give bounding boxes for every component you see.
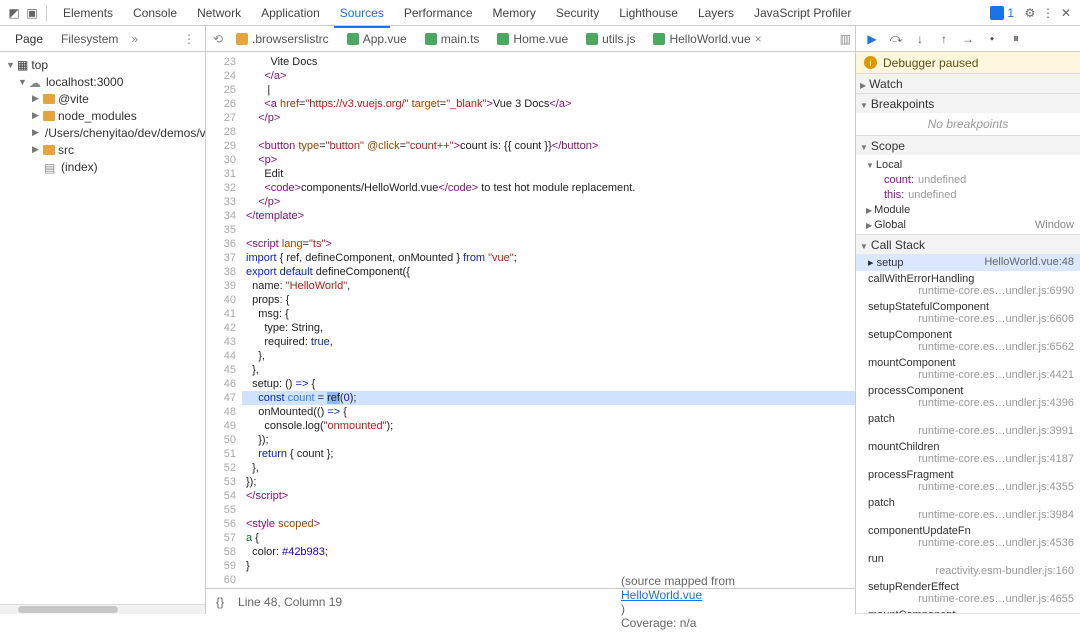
devtools-tab-memory[interactable]: Memory bbox=[483, 2, 546, 24]
tree-host[interactable]: ▼localhost:3000 bbox=[0, 73, 205, 90]
file-tree: ▼▦top ▼localhost:3000 ▶@vite ▶node_modul… bbox=[0, 52, 205, 604]
navigator-panel: Page Filesystem » ⋮ ▼▦top ▼localhost:300… bbox=[0, 26, 206, 614]
close-icon[interactable]: ✕ bbox=[1058, 5, 1074, 21]
run-snippet-icon[interactable]: ▥ bbox=[840, 32, 851, 46]
callstack-frame[interactable]: mountComponentruntime-core.es…undler.js:… bbox=[856, 355, 1080, 383]
more-icon[interactable]: ⋮ bbox=[179, 32, 199, 46]
divider bbox=[46, 5, 47, 21]
tab-page[interactable]: Page bbox=[6, 29, 52, 49]
devtools-tab-elements[interactable]: Elements bbox=[53, 2, 123, 24]
section-callstack[interactable]: Call Stack bbox=[856, 235, 1080, 254]
callstack-frame[interactable]: componentUpdateFnruntime-core.es…undler.… bbox=[856, 523, 1080, 551]
pause-exceptions-icon[interactable]: ⏸ bbox=[1008, 31, 1024, 47]
debugger-paused-banner: i Debugger paused bbox=[856, 52, 1080, 74]
devtools-tab-sources[interactable]: Sources bbox=[330, 2, 394, 24]
editor-tabbar: ⟲ .browserslistrcApp.vuemain.tsHome.vueu… bbox=[206, 26, 855, 52]
callstack-frame[interactable]: processFragmentruntime-core.es…undler.js… bbox=[856, 467, 1080, 495]
callstack-frame[interactable]: setupStatefulComponentruntime-core.es…un… bbox=[856, 299, 1080, 327]
callstack-frame[interactable]: patchruntime-core.es…undler.js:3984 bbox=[856, 495, 1080, 523]
tree-folder[interactable]: ▶src bbox=[0, 141, 205, 158]
scope-global[interactable]: GlobalWindow bbox=[856, 217, 1080, 232]
gear-icon[interactable]: ⚙ bbox=[1022, 5, 1038, 21]
scope-var[interactable]: this:undefined bbox=[856, 187, 1080, 202]
tree-file[interactable]: (index) bbox=[0, 158, 205, 175]
step-into-icon[interactable]: ↓ bbox=[912, 31, 928, 47]
tree-folder[interactable]: ▶@vite bbox=[0, 90, 205, 107]
callstack-frame[interactable]: callWithErrorHandlingruntime-core.es…und… bbox=[856, 271, 1080, 299]
devtools-tab-javascript-profiler[interactable]: JavaScript Profiler bbox=[744, 2, 861, 24]
step-icon[interactable]: → bbox=[960, 31, 976, 47]
info-icon: i bbox=[864, 56, 877, 69]
step-over-icon[interactable]: ⤼ bbox=[888, 31, 904, 47]
braces-icon[interactable]: {} bbox=[216, 595, 224, 609]
devtools-tab-application[interactable]: Application bbox=[251, 2, 330, 24]
inspect-icon[interactable]: ◩ bbox=[6, 5, 22, 21]
tree-top[interactable]: ▼▦top bbox=[0, 56, 205, 73]
devtools-tab-network[interactable]: Network bbox=[187, 2, 251, 24]
editor-panel: ⟲ .browserslistrcApp.vuemain.tsHome.vueu… bbox=[206, 26, 856, 614]
section-watch[interactable]: Watch bbox=[856, 74, 1080, 93]
file-tab[interactable]: .browserslistrc bbox=[228, 30, 337, 48]
code-editor[interactable]: 2324252627282930313233343536373839404142… bbox=[206, 52, 855, 588]
status-bar: {} Line 48, Column 19 (source mapped fro… bbox=[206, 588, 855, 614]
file-tab[interactable]: HelloWorld.vue× bbox=[645, 30, 769, 48]
error-count[interactable]: 1 bbox=[984, 6, 1020, 20]
file-tab[interactable]: Home.vue bbox=[489, 30, 576, 48]
more-icon[interactable]: ⋮ bbox=[1040, 5, 1056, 21]
debugger-panel: ▶ ⤼ ↓ ↑ → ⬩ ⏸ i Debugger paused Watch Br… bbox=[856, 26, 1080, 614]
close-icon[interactable]: × bbox=[755, 32, 762, 46]
callstack-frame[interactable]: mountComponentruntime-core.es…undler.js:… bbox=[856, 607, 1080, 613]
devtools-tabbar: ◩ ▣ ElementsConsoleNetworkApplicationSou… bbox=[0, 0, 1080, 26]
file-tab[interactable]: App.vue bbox=[339, 30, 415, 48]
overflow-icon[interactable]: » bbox=[131, 32, 138, 46]
callstack-frame[interactable]: setupRenderEffectruntime-core.es…undler.… bbox=[856, 579, 1080, 607]
callstack-frame[interactable]: patchruntime-core.es…undler.js:3991 bbox=[856, 411, 1080, 439]
tree-folder[interactable]: ▶/Users/chenyitao/dev/demos/vi bbox=[0, 124, 205, 141]
section-scope[interactable]: Scope bbox=[856, 136, 1080, 155]
scope-var[interactable]: count:undefined bbox=[856, 172, 1080, 187]
devtools-tab-layers[interactable]: Layers bbox=[688, 2, 744, 24]
callstack-frame[interactable]: setupComponentruntime-core.es…undler.js:… bbox=[856, 327, 1080, 355]
section-breakpoints[interactable]: Breakpoints bbox=[856, 94, 1080, 113]
file-tab[interactable]: main.ts bbox=[417, 30, 488, 48]
callstack-frame[interactable]: runreactivity.esm-bundler.js:160 bbox=[856, 551, 1080, 579]
tab-filesystem[interactable]: Filesystem bbox=[52, 29, 127, 49]
history-icon[interactable]: ⟲ bbox=[210, 31, 226, 47]
scope-module[interactable]: Module bbox=[856, 202, 1080, 217]
devtools-tab-console[interactable]: Console bbox=[123, 2, 187, 24]
cursor-position: Line 48, Column 19 bbox=[238, 595, 342, 609]
resume-icon[interactable]: ▶ bbox=[864, 31, 880, 47]
devtools-tab-lighthouse[interactable]: Lighthouse bbox=[609, 2, 688, 24]
sourcemap-link[interactable]: HelloWorld.vue bbox=[621, 588, 845, 602]
callstack-frame[interactable]: mountChildrenruntime-core.es…undler.js:4… bbox=[856, 439, 1080, 467]
scope-local[interactable]: Local bbox=[856, 157, 1080, 172]
tree-folder[interactable]: ▶node_modules bbox=[0, 107, 205, 124]
devtools-tab-security[interactable]: Security bbox=[546, 2, 609, 24]
callstack-frame[interactable]: ▸ setupHelloWorld.vue:48 bbox=[856, 254, 1080, 271]
callstack-frame[interactable]: processComponentruntime-core.es…undler.j… bbox=[856, 383, 1080, 411]
scrollbar-horizontal[interactable] bbox=[0, 604, 205, 614]
debugger-toolbar: ▶ ⤼ ↓ ↑ → ⬩ ⏸ bbox=[856, 26, 1080, 52]
deactivate-bp-icon[interactable]: ⬩ bbox=[984, 31, 1000, 47]
devtools-tab-performance[interactable]: Performance bbox=[394, 2, 483, 24]
device-toggle-icon[interactable]: ▣ bbox=[24, 5, 40, 21]
step-out-icon[interactable]: ↑ bbox=[936, 31, 952, 47]
file-tab[interactable]: utils.js bbox=[578, 30, 643, 48]
